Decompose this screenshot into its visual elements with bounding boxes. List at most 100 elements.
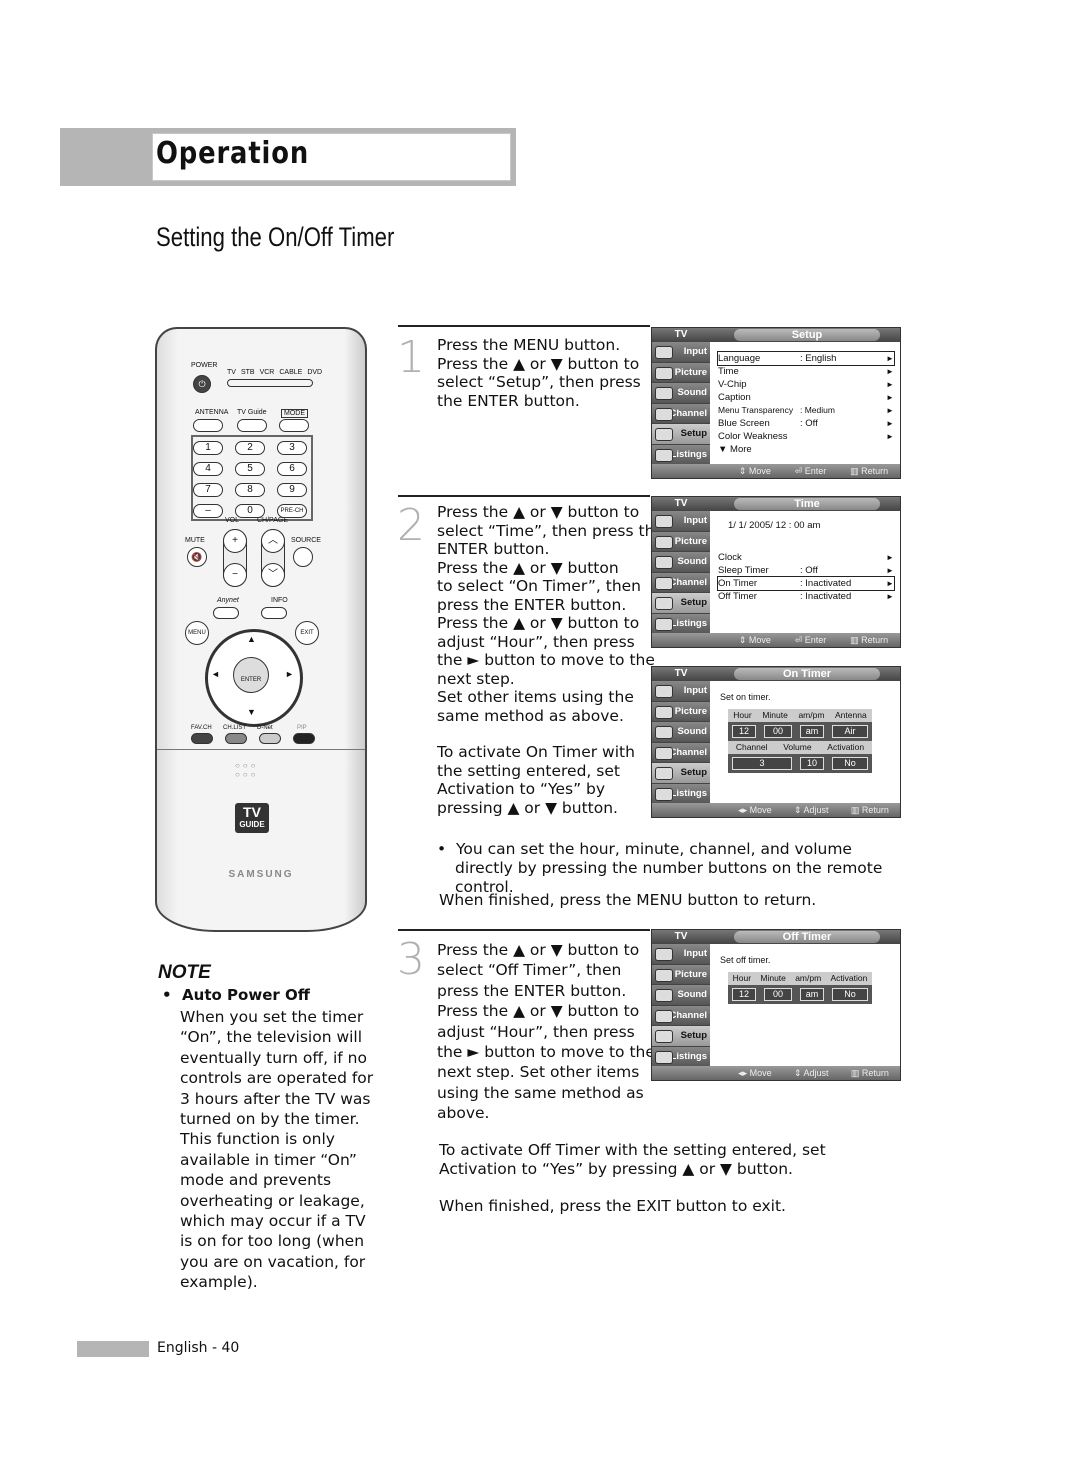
sidebar-item-setup[interactable]: Setup <box>652 763 710 784</box>
menu-row-caption[interactable]: Caption ► <box>718 391 894 404</box>
step1-line: select “Setup”, then press <box>437 373 641 391</box>
menu-row-offtimer[interactable]: Off Timer: Inactivated ► <box>718 590 894 603</box>
ampm-field[interactable]: am <box>800 725 824 738</box>
channel-down-button[interactable]: ﹀ <box>261 563 285 587</box>
volume-down-button[interactable]: − <box>223 563 247 587</box>
source-button[interactable] <box>293 547 313 567</box>
menu-row-language[interactable]: Language: English ► <box>717 351 895 366</box>
menu-row-colorweakness[interactable]: Color Weakness ► <box>718 430 894 443</box>
sidebar-item-listings[interactable]: Listings <box>652 444 710 466</box>
anynet-button[interactable] <box>213 607 239 619</box>
sidebar-item-input[interactable]: Input <box>652 944 710 965</box>
sidebar-item-picture[interactable]: Picture <box>652 362 710 384</box>
volume-field[interactable]: 10 <box>800 757 824 770</box>
sidebar-item-listings[interactable]: Listings <box>652 783 710 805</box>
menu-row-bluescreen[interactable]: Blue Screen: Off ► <box>718 417 894 430</box>
channel-field[interactable]: 3 <box>732 757 792 770</box>
osd-title: Setup <box>734 329 880 341</box>
sidebar-item-sound[interactable]: Sound <box>652 552 710 573</box>
sidebar-item-setup[interactable]: Setup <box>652 593 710 614</box>
pip-button[interactable] <box>293 733 315 744</box>
activation-field[interactable]: No <box>832 988 868 1001</box>
sidebar-item-picture[interactable]: Picture <box>652 531 710 553</box>
sidebar-item-setup[interactable]: Setup <box>652 424 710 445</box>
sidebar-item-channel[interactable]: Channel <box>652 1005 710 1027</box>
number-button-2[interactable]: 3 <box>277 441 307 455</box>
number-button-9[interactable]: – <box>193 504 223 518</box>
sidebar-item-input[interactable]: Input <box>652 681 710 702</box>
sidebar-item-picture[interactable]: Picture <box>652 964 710 986</box>
volume-up-button[interactable]: + <box>223 529 247 553</box>
number-button-10[interactable]: 0 <box>235 504 265 518</box>
number-button-0[interactable]: 1 <box>193 441 223 455</box>
menu-row-transparency[interactable]: Menu Transparency: Medium ► <box>718 404 894 417</box>
hour-field[interactable]: 12 <box>732 725 756 738</box>
off-timer-values-row: 12 00 am No <box>728 985 872 1004</box>
sidebar-item-input[interactable]: Input <box>652 342 710 363</box>
step2-text: Press the ▲ or ▼ button to select “Time”,… <box>437 503 664 817</box>
sidebar-item-sound[interactable]: Sound <box>652 722 710 743</box>
exit-button[interactable]: EXIT <box>295 621 319 645</box>
sidebar-item-sound[interactable]: Sound <box>652 985 710 1006</box>
step3-rule <box>398 929 650 931</box>
up-arrow-icon[interactable]: ▲ <box>247 634 256 644</box>
step1-line: Press the ▲ or ▼ button to <box>437 354 640 373</box>
channel-up-button[interactable]: ︿ <box>261 529 285 553</box>
left-arrow-icon[interactable]: ◄ <box>211 669 220 679</box>
menu-row-ontimer[interactable]: On Timer: Inactivated ► <box>717 576 895 591</box>
number-button-3[interactable]: 4 <box>193 462 223 476</box>
number-button-8[interactable]: 9 <box>277 483 307 497</box>
sidebar-item-input[interactable]: Input <box>652 511 710 532</box>
dnet-button[interactable] <box>259 733 281 744</box>
sidebar-item-listings[interactable]: Listings <box>652 613 710 635</box>
down-arrow-icon[interactable]: ▼ <box>247 707 256 717</box>
menu-row-vchip[interactable]: V-Chip ► <box>718 378 894 391</box>
setup-icon <box>655 767 673 781</box>
menu-row-more[interactable]: ▼ More <box>718 443 894 456</box>
osd-time: TV Time Input Picture Sound Channel Setu… <box>651 496 901 648</box>
antenna-button[interactable] <box>193 419 223 432</box>
antenna-field[interactable]: Air <box>832 725 868 738</box>
sidebar-item-sound[interactable]: Sound <box>652 383 710 404</box>
sidebar-item-listings[interactable]: Listings <box>652 1046 710 1068</box>
menu-row-clock[interactable]: Clock ► <box>718 551 894 564</box>
menu-button[interactable]: MENU <box>185 621 209 645</box>
sidebar-item-channel[interactable]: Channel <box>652 403 710 425</box>
osd-on-timer: TV On Timer Input Picture Sound Channel … <box>651 666 901 818</box>
hour-field[interactable]: 12 <box>732 988 756 1001</box>
activation-field[interactable]: No <box>832 757 868 770</box>
osd-setup: TV Setup Input Picture Sound Channel Set… <box>651 327 901 479</box>
source-label: SOURCE <box>291 537 321 544</box>
favch-button[interactable] <box>191 733 213 744</box>
number-button-1[interactable]: 2 <box>235 441 265 455</box>
minute-field[interactable]: 00 <box>764 725 792 738</box>
input-icon <box>655 948 673 961</box>
sidebar-item-channel[interactable]: Channel <box>652 572 710 594</box>
chlist-button[interactable] <box>225 733 247 744</box>
sidebar-item-setup[interactable]: Setup <box>652 1026 710 1047</box>
number-button-6[interactable]: 7 <box>193 483 223 497</box>
osd-title: Off Timer <box>734 931 880 943</box>
sidebar-item-channel[interactable]: Channel <box>652 742 710 764</box>
sidebar-item-picture[interactable]: Picture <box>652 701 710 723</box>
input-icon <box>655 685 673 698</box>
menu-row-time[interactable]: Time ► <box>718 365 894 378</box>
number-button-11[interactable]: PRE-CH <box>277 504 307 518</box>
input-icon <box>655 346 673 359</box>
minute-field[interactable]: 00 <box>764 988 792 1001</box>
info-button[interactable] <box>261 607 287 619</box>
number-button-7[interactable]: 8 <box>235 483 265 497</box>
enter-button[interactable]: ENTER <box>233 657 269 693</box>
mode-button[interactable] <box>279 419 309 432</box>
note-text: When you set the timer “On”, the televisi… <box>180 1008 374 1292</box>
mute-button[interactable]: 🔇 <box>187 547 207 567</box>
menu-row-sleeptimer[interactable]: Sleep Timer: Off ► <box>718 564 894 577</box>
power-label: POWER <box>191 362 218 369</box>
power-button[interactable]: ⏻ <box>193 375 211 393</box>
number-button-5[interactable]: 6 <box>277 462 307 476</box>
tvguide-button[interactable] <box>237 419 267 432</box>
ampm-field[interactable]: am <box>800 988 824 1001</box>
right-arrow-icon[interactable]: ► <box>285 669 294 679</box>
number-button-4[interactable]: 5 <box>235 462 265 476</box>
channel-icon <box>655 576 673 590</box>
